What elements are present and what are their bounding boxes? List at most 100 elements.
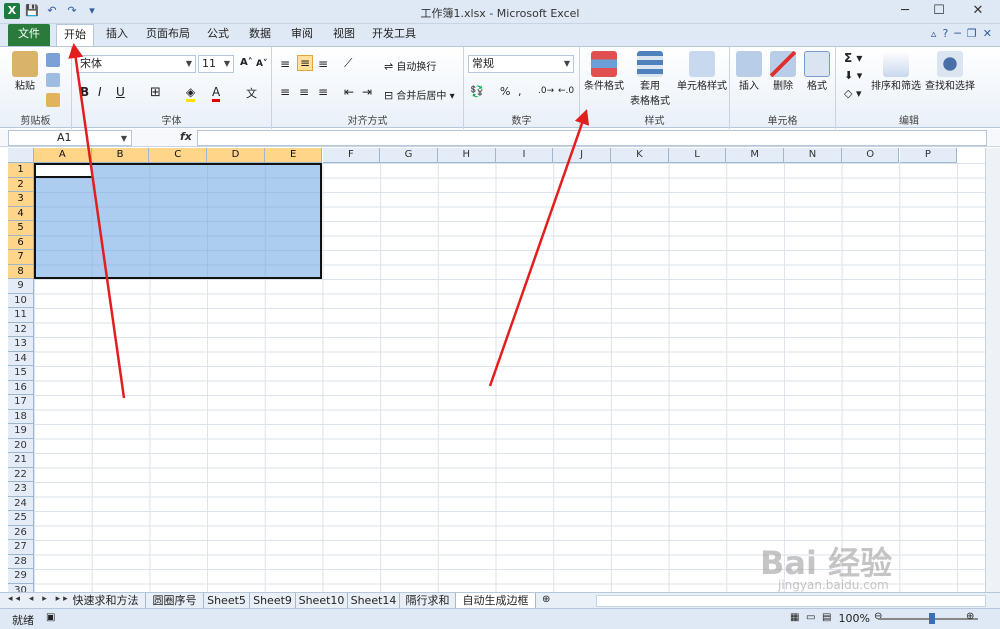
row-header[interactable]: 10 [8, 293, 34, 308]
row-header[interactable]: 22 [8, 467, 34, 482]
italic-icon[interactable]: I [98, 85, 102, 99]
normal-view-icon[interactable]: ▦ [790, 612, 799, 623]
align-top-icon[interactable]: ≡ [280, 57, 290, 71]
page-break-view-icon[interactable]: ▤ [822, 612, 831, 623]
autosum-icon[interactable]: Σ ▾ [844, 51, 862, 65]
align-bottom-icon[interactable]: ≡ [318, 57, 328, 71]
merge-center-button[interactable]: ⊟ 合并后居中 ▾ [384, 87, 455, 102]
cell-styles-button[interactable]: 单元格样式 [676, 51, 728, 92]
row-header[interactable]: 28 [8, 554, 34, 569]
indent-increase-icon[interactable]: ⇥ [362, 85, 372, 99]
row-header[interactable]: 17 [8, 395, 34, 410]
column-header[interactable]: F [322, 148, 381, 163]
row-header[interactable]: 1 [8, 163, 34, 178]
column-header[interactable]: A [34, 148, 92, 163]
grow-font-icon[interactable]: A˄ [240, 57, 253, 68]
tab-view[interactable]: 视图 [328, 24, 360, 46]
wrap-text-button[interactable]: ⇌ 自动换行 [384, 58, 436, 73]
row-header[interactable]: 15 [8, 366, 34, 381]
row-header[interactable]: 5 [8, 221, 34, 236]
column-header[interactable]: J [553, 148, 611, 163]
font-color-icon[interactable]: A [212, 85, 221, 102]
tab-review[interactable]: 审阅 [286, 24, 318, 46]
sheet-tab[interactable]: 隔行求和 [400, 593, 456, 609]
paste-button[interactable]: 粘贴 [12, 51, 38, 92]
row-header[interactable]: 26 [8, 525, 34, 540]
row-header[interactable]: 30 [8, 583, 34, 592]
sheet-tab[interactable]: 快速求和方法 [66, 593, 146, 609]
formula-input[interactable] [197, 130, 987, 146]
row-header[interactable]: 24 [8, 496, 34, 511]
sheet-tab-active[interactable]: 自动生成边框 [456, 593, 536, 609]
find-select-button[interactable]: 查找和选择 [924, 51, 976, 92]
zoom-out-icon[interactable]: ⊖ [874, 611, 882, 622]
sheet-tab[interactable]: Sheet14 [348, 593, 400, 609]
sort-filter-button[interactable]: 排序和筛选 [870, 51, 922, 92]
align-left-icon[interactable]: ≡ [280, 85, 290, 99]
zoom-slider[interactable] [878, 618, 978, 620]
column-header[interactable]: H [437, 148, 496, 163]
row-header[interactable]: 29 [8, 569, 34, 584]
row-header[interactable]: 23 [8, 482, 34, 497]
column-header[interactable]: E [264, 148, 323, 163]
row-header[interactable]: 25 [8, 511, 34, 526]
column-header[interactable]: O [841, 148, 900, 163]
row-header[interactable]: 13 [8, 337, 34, 352]
sheet-tab[interactable]: Sheet5 [204, 593, 250, 609]
tab-page-layout[interactable]: 页面布局 [144, 24, 192, 46]
column-header[interactable]: B [91, 148, 150, 163]
doc-restore-icon[interactable]: ❐ [967, 27, 977, 40]
tab-developer[interactable]: 开发工具 [370, 24, 418, 46]
vertical-scrollbar[interactable] [985, 148, 1000, 592]
horizontal-scrollbar[interactable] [596, 595, 986, 607]
column-header[interactable]: L [668, 148, 727, 163]
select-all-corner[interactable] [8, 148, 34, 163]
bold-icon[interactable]: B [80, 85, 89, 99]
sheet-tab[interactable]: Sheet10 [296, 593, 348, 609]
column-header[interactable]: P [899, 148, 958, 163]
row-header[interactable]: 12 [8, 322, 34, 337]
tab-file[interactable]: 文件 [8, 24, 50, 46]
conditional-format-button[interactable]: 条件格式 [582, 51, 626, 92]
indent-decrease-icon[interactable]: ⇤ [344, 85, 354, 99]
font-name-select[interactable]: 宋体 ▼ [76, 55, 196, 73]
column-header[interactable]: M [726, 148, 785, 163]
ribbon-collapse-icon[interactable]: ▵ [931, 27, 937, 40]
align-middle-icon[interactable]: ≡ [297, 55, 314, 71]
align-right-icon[interactable]: ≡ [318, 85, 328, 99]
clear-icon[interactable]: ◇ ▾ [844, 87, 861, 100]
row-header[interactable]: 20 [8, 438, 34, 453]
column-header[interactable]: N [784, 148, 842, 163]
row-header[interactable]: 4 [8, 206, 34, 221]
comma-icon[interactable]: , [518, 85, 522, 98]
format-painter-icon[interactable] [46, 93, 60, 107]
row-header[interactable]: 27 [8, 540, 34, 555]
column-header[interactable]: G [380, 148, 438, 163]
underline-icon[interactable]: U [116, 85, 125, 99]
maximize-button[interactable]: ☐ [922, 0, 956, 22]
doc-close-icon[interactable]: ✕ [983, 27, 992, 40]
close-button[interactable]: ✕ [956, 0, 1000, 22]
column-header[interactable]: D [207, 148, 265, 163]
orientation-icon[interactable]: ⟋ [344, 56, 352, 71]
zoom-in-icon[interactable]: ⊕ [966, 611, 974, 622]
percent-icon[interactable]: % [500, 85, 510, 98]
tab-home[interactable]: 开始 [56, 24, 94, 47]
zoom-slider-knob[interactable] [929, 613, 935, 624]
selected-range[interactable] [34, 163, 322, 279]
fill-color-icon[interactable]: ◈ [186, 85, 196, 102]
macro-record-icon[interactable]: ▣ [46, 612, 55, 623]
tab-data[interactable]: 数据 [244, 24, 276, 46]
row-header[interactable]: 19 [8, 424, 34, 439]
sheet-tab[interactable]: 圆圈序号 [146, 593, 204, 609]
help-icon[interactable]: ? [942, 27, 948, 40]
column-header[interactable]: I [495, 148, 554, 163]
insert-function-icon[interactable]: fx [180, 130, 192, 143]
doc-minimize-icon[interactable]: ─ [954, 27, 961, 40]
row-header[interactable]: 3 [8, 192, 34, 207]
minimize-button[interactable]: ─ [888, 0, 922, 22]
row-header[interactable]: 16 [8, 380, 34, 395]
row-header[interactable]: 2 [8, 177, 34, 192]
tab-insert[interactable]: 插入 [100, 24, 134, 46]
tab-formulas[interactable]: 公式 [202, 24, 234, 46]
